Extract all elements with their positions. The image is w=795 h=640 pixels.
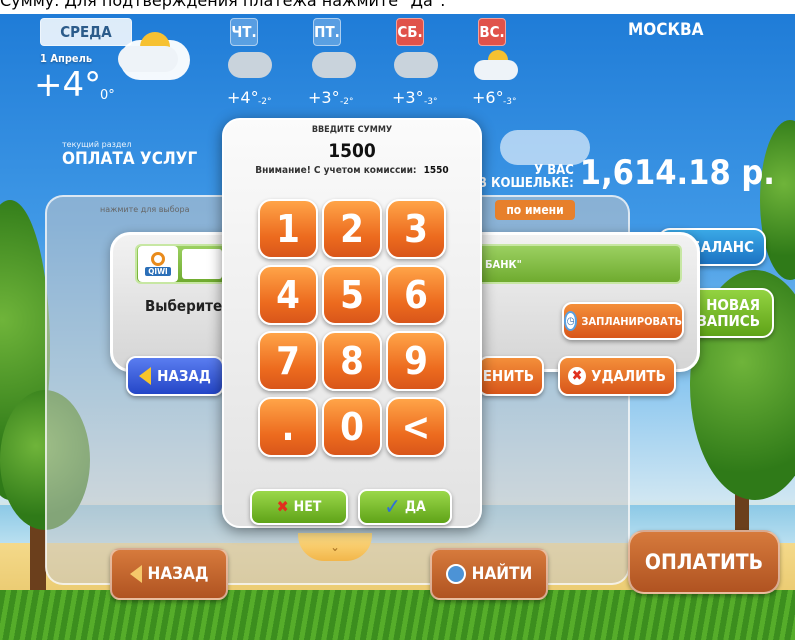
bottom-back-button[interactable]: НАЗАД: [110, 548, 228, 600]
current-section-caption: текущий раздел: [62, 140, 132, 149]
weather-today-date: 1 Апрель: [40, 52, 93, 65]
pay-label: ОПЛАТИТЬ: [644, 550, 764, 574]
key-8[interactable]: 8: [322, 331, 382, 391]
instruction-caption: Сумму. Для подтверждения платежа нажмите…: [0, 0, 795, 14]
commission-value: 1550: [423, 165, 449, 176]
wallet-label: У ВАС В КОШЕЛЬКЕ:: [478, 164, 574, 190]
key-dot[interactable]: .: [258, 397, 318, 457]
qiwi-logo: QIWI: [138, 246, 178, 282]
weather-sat-temp: +3°: [392, 88, 424, 107]
bottom-back-label: НАЗАД: [147, 564, 209, 584]
snow-cloud-icon: [312, 52, 356, 78]
find-label: НАЙТИ: [471, 564, 533, 584]
key-0[interactable]: 0: [322, 397, 382, 457]
weather-today-low: 0°: [100, 88, 115, 103]
search-icon: [445, 564, 466, 584]
new-record-label-line2: ЗАПИСЬ: [697, 312, 760, 330]
no-label: НЕТ: [293, 499, 322, 515]
key-4[interactable]: 4: [258, 265, 318, 325]
yes-button[interactable]: ✓ ДА: [358, 489, 452, 525]
weather-tab-fri: ПТ.: [313, 18, 341, 46]
change-button[interactable]: МЕНИТЬ: [469, 356, 544, 396]
qiwi-logo-icon: [151, 252, 165, 266]
arrow-left-icon: [139, 367, 152, 385]
dialog-back-button[interactable]: НАЗАД: [126, 356, 224, 396]
dialog-back-label: НАЗАД: [157, 367, 211, 385]
weather-fri-low: -2°: [340, 97, 354, 107]
key-2[interactable]: 2: [322, 199, 382, 259]
schedule-label: ЗАПЛАНИРОВАТЬ: [581, 314, 682, 328]
recipient-field: [182, 249, 222, 279]
arrow-left-icon: [129, 565, 142, 583]
no-button[interactable]: ✖ НЕТ: [250, 489, 348, 525]
pay-button[interactable]: ОПЛАТИТЬ: [628, 530, 780, 594]
clock-icon: ◷: [564, 311, 578, 331]
sun-cloud-icon: [474, 50, 518, 80]
snow-cloud-icon: [394, 52, 438, 78]
snow-cloud-icon: [228, 52, 272, 78]
key-6[interactable]: 6: [386, 265, 446, 325]
keypad-commission-note: Внимание! С учетом комиссии: 1550: [222, 165, 482, 176]
wallet-balance: У ВАС В КОШЕЛЬКЕ: 1,614.18 р.: [478, 156, 775, 190]
key-9[interactable]: 9: [386, 331, 446, 391]
current-section: текущий раздел ОПЛАТА УСЛУГ: [62, 140, 197, 169]
weather-thu-temp: +4°: [227, 88, 259, 107]
sort-by-name-button[interactable]: по имени: [495, 200, 575, 220]
weather-sat-low: -3°: [424, 97, 438, 107]
key-1[interactable]: 1: [258, 199, 318, 259]
close-icon: ✖: [568, 367, 587, 385]
weather-city: МОСКВА: [628, 20, 704, 40]
sun-cloud-icon: [118, 32, 178, 72]
schedule-button[interactable]: ◷ ЗАПЛАНИРОВАТЬ: [562, 302, 684, 340]
check-icon: ✓: [384, 494, 401, 520]
bank-name: БАНК": [485, 258, 522, 271]
yes-label: ДА: [404, 499, 426, 515]
current-section-title: ОПЛАТА УСЛУГ: [62, 149, 198, 169]
weather-today-temp: +4°: [34, 65, 102, 105]
weather-tab-thu: ЧТ.: [230, 18, 258, 46]
weather-sun-low: -3°: [503, 97, 517, 107]
weather-sun-temp: +6°: [472, 88, 504, 107]
weather-tab-sun: ВС.: [478, 18, 506, 46]
weather-fri-temp: +3°: [308, 88, 340, 107]
delete-button[interactable]: ✖ УДАЛИТЬ: [558, 356, 676, 396]
wallet-amount: 1,614.18 р.: [579, 153, 775, 193]
weather-thu-low: -2°: [258, 97, 272, 107]
find-button[interactable]: НАЙТИ: [430, 548, 548, 600]
keypad-title: ВВЕДИТЕ СУММУ: [311, 125, 393, 135]
close-icon: ✖: [276, 497, 289, 516]
panel-hint: нажмите для выбора: [100, 205, 190, 214]
commission-label: Внимание! С учетом комиссии:: [255, 165, 417, 176]
key-7[interactable]: 7: [258, 331, 318, 391]
keypad-amount-display: 1500: [328, 140, 376, 162]
weather-tab-sat: СБ.: [396, 18, 424, 46]
key-backspace[interactable]: <: [386, 397, 446, 457]
qiwi-logo-text: QIWI: [145, 267, 171, 276]
key-3[interactable]: 3: [386, 199, 446, 259]
new-record-label-line1: НОВАЯ: [706, 296, 760, 314]
wallet-label-line2: В КОШЕЛЬКЕ:: [478, 176, 574, 191]
key-5[interactable]: 5: [322, 265, 382, 325]
delete-label: УДАЛИТЬ: [591, 367, 666, 385]
